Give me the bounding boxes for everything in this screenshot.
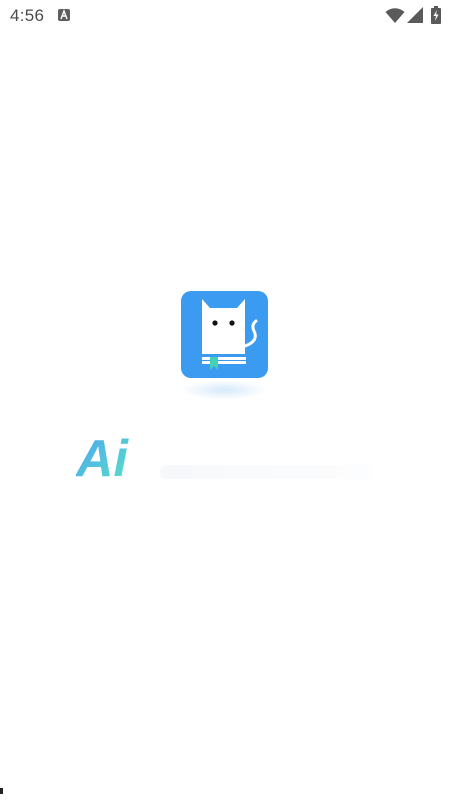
cat-book-icon <box>181 291 268 378</box>
status-time: 4:56 <box>10 6 45 25</box>
brand-tagline-placeholder <box>160 465 372 479</box>
cell-signal-icon <box>407 7 423 28</box>
corner-artifact <box>0 788 3 794</box>
status-bar: 4:56 <box>0 0 450 32</box>
brand-logo-ai: Ai <box>74 430 148 488</box>
splash-screen: Ai <box>0 32 450 800</box>
logo-shadow <box>181 380 268 400</box>
wifi-icon <box>385 8 405 29</box>
text-a-icon <box>58 9 70 21</box>
brand-text: Ai <box>76 430 130 480</box>
battery-charging-icon <box>431 6 441 29</box>
